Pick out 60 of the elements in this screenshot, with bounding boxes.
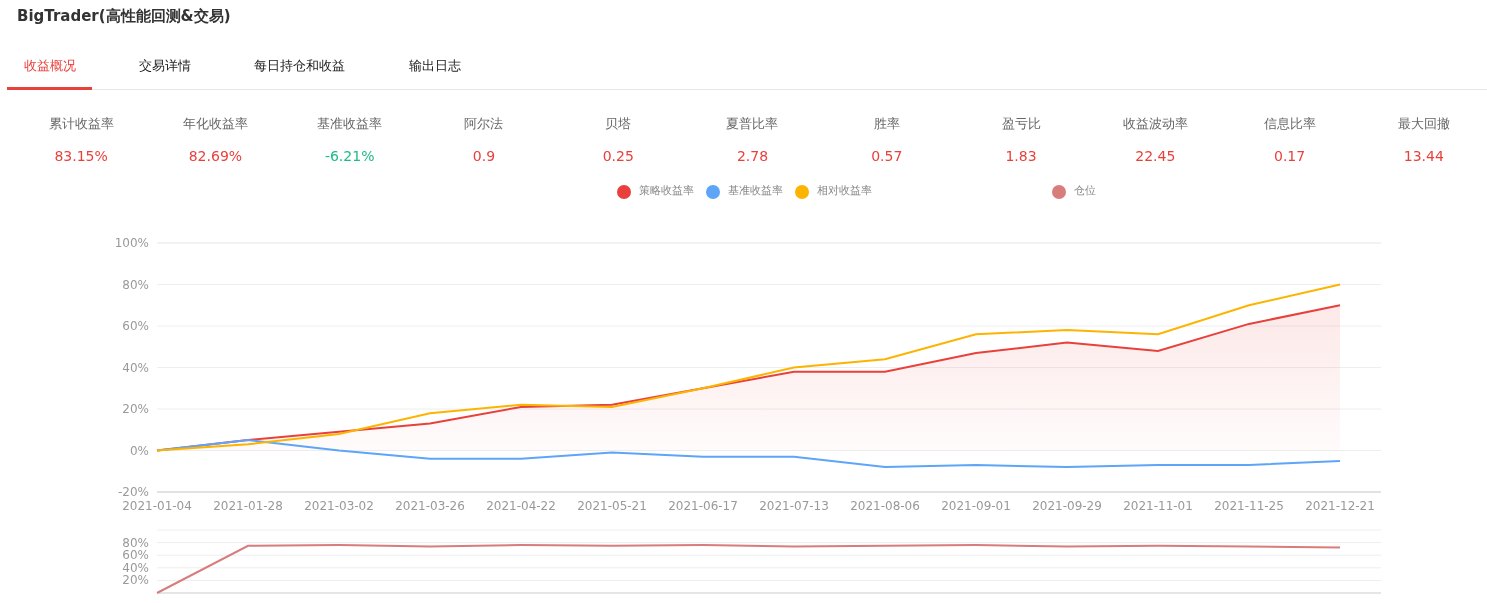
x-tick-label: 2021-07-13 [759,498,829,510]
legend-dot[interactable] [706,184,720,199]
tab[interactable]: 输出日志 [392,44,477,90]
x-tick-label: 2021-09-29 [1032,498,1102,510]
x-tick-label: 2021-04-22 [486,498,556,510]
y-tick-label: 100% [114,235,149,250]
metric-label: 盈亏比 [1000,115,1042,133]
x-tick-label: 2021-03-26 [395,498,465,510]
x-tick-label: 2021-01-28 [213,498,283,510]
metric-value: 0.17 [1273,146,1307,166]
legend-dot[interactable] [617,184,631,199]
legend-dot[interactable] [795,184,809,199]
x-tick-label: 2021-11-01 [1123,498,1193,510]
y-tick-label: 60% [122,318,149,333]
metric-label: 信息比率 [1262,115,1317,133]
metric-value: 82.69% [187,146,244,166]
x-tick-label: 2021-03-02 [304,498,374,510]
metric-value: 22.45 [1134,146,1177,166]
tab[interactable]: 交易详情 [122,44,207,90]
metric-label: 收益波动率 [1121,115,1189,133]
x-tick-label: 2021-06-17 [668,498,738,510]
metric-label: 夏普比率 [725,115,780,133]
metric-label: 阿尔法 [463,115,505,133]
tab[interactable]: 收益概况 [7,44,92,90]
metric-label: 累计收益率 [47,115,115,133]
legend-dot[interactable] [1052,184,1066,199]
y-tick-label: 40% [122,560,149,575]
x-tick-label: 2021-05-21 [577,498,647,510]
y-tick-label: 40% [122,360,149,374]
y-tick-label: -20% [118,484,149,499]
app-title: BigTrader(高性能回测&交易) [16,6,232,27]
metric-label: 贝塔 [604,115,633,133]
metric-value: 13.44 [1402,146,1445,166]
y-tick-label: 60% [122,547,149,562]
x-tick-label: 2021-11-25 [1214,498,1284,510]
metric-value: 2.78 [735,146,770,166]
x-tick-label: 2021-01-04 [122,498,192,510]
legend-label[interactable]: 基准收益率 [728,183,783,200]
metric-value: 0.9 [471,146,497,166]
metric-value: 1.83 [1004,146,1038,166]
y-tick-label: 80% [122,277,149,291]
metric-label: 基准收益率 [316,115,384,133]
y-tick-label: 0% [129,443,149,457]
legend-label[interactable]: 仓位 [1074,183,1096,200]
x-tick-label: 2021-08-06 [850,498,920,510]
metric-value: 83.15% [53,146,109,166]
x-tick-label: 2021-09-01 [941,498,1011,510]
metric-label: 胜率 [872,115,901,133]
metric-label: 年化收益率 [181,115,249,133]
legend-label[interactable]: 相对收益率 [817,183,872,200]
metric-label: 最大回撤 [1396,115,1451,133]
x-tick-label: 2021-12-21 [1305,498,1375,510]
y-tick-label: 20% [122,572,149,587]
y-tick-label: 20% [122,401,149,416]
metric-value: -6.21% [323,146,376,166]
legend-label[interactable]: 策略收益率 [639,183,694,200]
metric-value: 0.25 [601,146,635,166]
y-tick-label: 80% [122,535,149,550]
metric-value: 0.57 [870,146,904,166]
tab[interactable]: 每日持仓和收益 [237,44,362,90]
